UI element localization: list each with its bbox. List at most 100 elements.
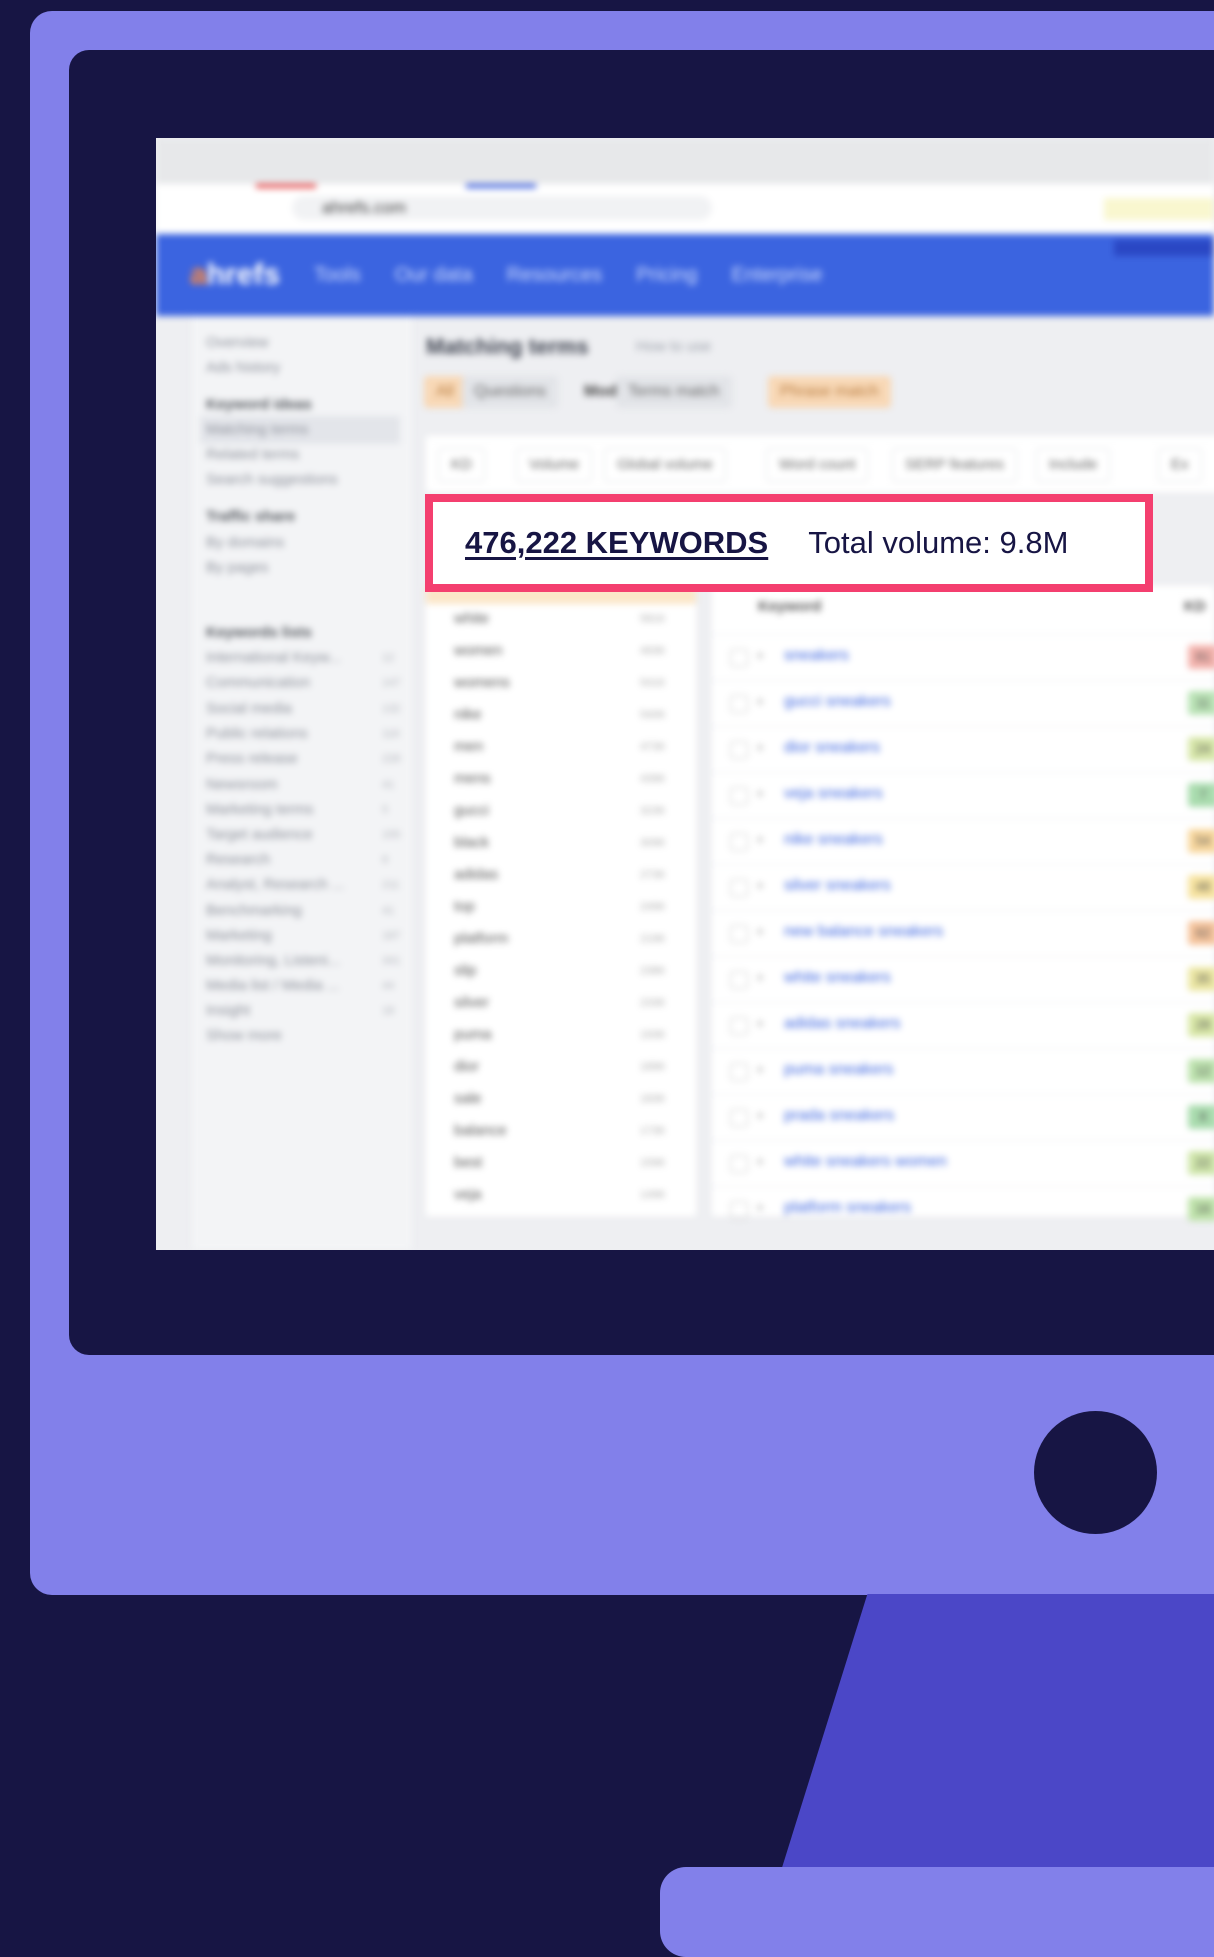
sidebar-item[interactable]: Research [206, 851, 270, 868]
sidebar-item[interactable]: Search suggestions [206, 471, 338, 488]
sidebar-item[interactable]: Benchmarking [206, 902, 302, 919]
expand-icon[interactable]: + [756, 1153, 764, 1169]
sidebar-item[interactable]: Public relations [206, 725, 308, 742]
mode-tab[interactable]: All [424, 376, 466, 408]
row-checkbox[interactable] [730, 925, 748, 943]
filter-dropdown[interactable]: Include [1036, 448, 1111, 482]
term-item[interactable]: mens [454, 770, 491, 787]
term-item[interactable]: sale [454, 1090, 482, 1107]
sidebar-item[interactable]: Social media [206, 700, 292, 717]
row-checkbox[interactable] [730, 1017, 748, 1035]
sidebar-item[interactable]: Communication [206, 674, 310, 691]
term-item[interactable]: women [454, 642, 502, 659]
term-item[interactable]: platform [454, 930, 508, 947]
mode-tab[interactable]: Questions [462, 376, 559, 408]
nav-item-pricing[interactable]: Pricing [636, 264, 697, 287]
column-header-kd[interactable]: KD [1184, 598, 1206, 615]
keyword-link[interactable]: prada sneakers [784, 1107, 894, 1125]
term-item[interactable]: slip [454, 962, 477, 979]
filter-dropdown[interactable]: Global volume [604, 448, 726, 482]
row-checkbox[interactable] [730, 879, 748, 897]
expand-icon[interactable]: + [756, 739, 764, 755]
sidebar-item[interactable]: Show more [206, 1027, 282, 1044]
row-checkbox[interactable] [730, 741, 748, 759]
keyword-link[interactable]: sneakers [784, 647, 849, 665]
sidebar-item[interactable]: Overview [206, 334, 269, 351]
mode-tab[interactable]: Terms match [616, 376, 732, 408]
column-header-keyword[interactable]: Keyword [758, 598, 821, 615]
keyword-link[interactable]: nike sneakers [784, 831, 883, 849]
filter-dropdown[interactable]: Volume [516, 448, 593, 482]
row-checkbox[interactable] [730, 695, 748, 713]
sidebar-item[interactable]: Target audience [206, 826, 313, 843]
row-checkbox[interactable] [730, 649, 748, 667]
filter-dropdown[interactable]: Word count [766, 448, 869, 482]
expand-icon[interactable]: + [756, 831, 764, 847]
sidebar-item[interactable]: Monitoring, Listeni... [206, 952, 340, 969]
term-item[interactable]: dior [454, 1058, 479, 1075]
term-item[interactable]: top [454, 898, 475, 915]
keyword-link[interactable]: dior sneakers [784, 739, 880, 757]
sidebar-item[interactable]: By pages [206, 559, 269, 576]
keywords-count[interactable]: 476,222 KEYWORDS [465, 525, 768, 561]
keyword-link[interactable]: gucci sneakers [784, 693, 891, 711]
term-item[interactable]: silver [454, 994, 489, 1011]
keyword-link[interactable]: adidas sneakers [784, 1015, 901, 1033]
term-item[interactable]: gucci [454, 802, 489, 819]
expand-icon[interactable]: + [756, 1199, 764, 1215]
sidebar-item[interactable]: Analyst, Research ... [206, 876, 344, 893]
sidebar-item[interactable]: By domains [206, 534, 284, 551]
term-item[interactable]: puma [454, 1026, 492, 1043]
keyword-link[interactable]: new balance sneakers [784, 923, 943, 941]
keyword-link[interactable]: veja sneakers [784, 785, 883, 803]
term-item[interactable]: men [454, 738, 483, 755]
keyword-link[interactable]: silver sneakers [784, 877, 891, 895]
url-field[interactable]: ahrefs.com [292, 196, 712, 220]
sidebar-item[interactable]: Marketing terms [206, 801, 314, 818]
sidebar-item[interactable]: Related terms [206, 446, 299, 463]
row-checkbox[interactable] [730, 787, 748, 805]
sidebar-item[interactable]: Press release [206, 750, 298, 767]
expand-icon[interactable]: + [756, 693, 764, 709]
term-item[interactable]: balance [454, 1122, 507, 1139]
ahrefs-logo[interactable]: ahrefs [190, 258, 280, 292]
sidebar-item[interactable]: Newsroom [206, 776, 278, 793]
sidebar-item[interactable]: International Keyw... [206, 649, 341, 666]
term-item[interactable]: veja [454, 1186, 482, 1203]
term-item[interactable]: black [454, 834, 489, 851]
filter-dropdown[interactable]: SERP features [892, 448, 1017, 482]
term-item[interactable]: womens [454, 674, 510, 691]
row-checkbox[interactable] [730, 1109, 748, 1127]
expand-icon[interactable]: + [756, 647, 764, 663]
term-item[interactable]: nike [454, 706, 482, 723]
expand-icon[interactable]: + [756, 785, 764, 801]
sidebar-item[interactable]: Matching terms [206, 421, 309, 438]
sidebar-item[interactable]: Marketing [206, 927, 272, 944]
keyword-link[interactable]: platform sneakers [784, 1199, 911, 1217]
expand-icon[interactable]: + [756, 923, 764, 939]
sidebar-item[interactable]: Ads history [206, 359, 280, 376]
expand-icon[interactable]: + [756, 1107, 764, 1123]
filter-dropdown[interactable]: KD [438, 448, 485, 482]
how-to-use-link[interactable]: How to use [636, 338, 711, 355]
term-item[interactable]: adidas [454, 866, 498, 883]
nav-item-our-data[interactable]: Our data [395, 264, 473, 287]
sidebar-item[interactable]: Media list / Media ... [206, 977, 339, 994]
filter-dropdown[interactable]: Ex [1158, 448, 1202, 482]
expand-icon[interactable]: + [756, 1061, 764, 1077]
sidebar-item[interactable]: Insight [206, 1002, 250, 1019]
keyword-link[interactable]: white sneakers women [784, 1153, 947, 1171]
nav-item-tools[interactable]: Tools [314, 264, 361, 287]
term-item[interactable]: best [454, 1154, 482, 1171]
row-checkbox[interactable] [730, 1201, 748, 1219]
mode-tab[interactable]: Phrase match [768, 376, 891, 408]
keyword-link[interactable]: puma sneakers [784, 1061, 893, 1079]
row-checkbox[interactable] [730, 1063, 748, 1081]
expand-icon[interactable]: + [756, 1015, 764, 1031]
row-checkbox[interactable] [730, 1155, 748, 1173]
row-checkbox[interactable] [730, 833, 748, 851]
nav-item-resources[interactable]: Resources [507, 264, 603, 287]
keyword-link[interactable]: white sneakers [784, 969, 891, 987]
row-checkbox[interactable] [730, 971, 748, 989]
nav-item-enterprise[interactable]: Enterprise [731, 264, 822, 287]
